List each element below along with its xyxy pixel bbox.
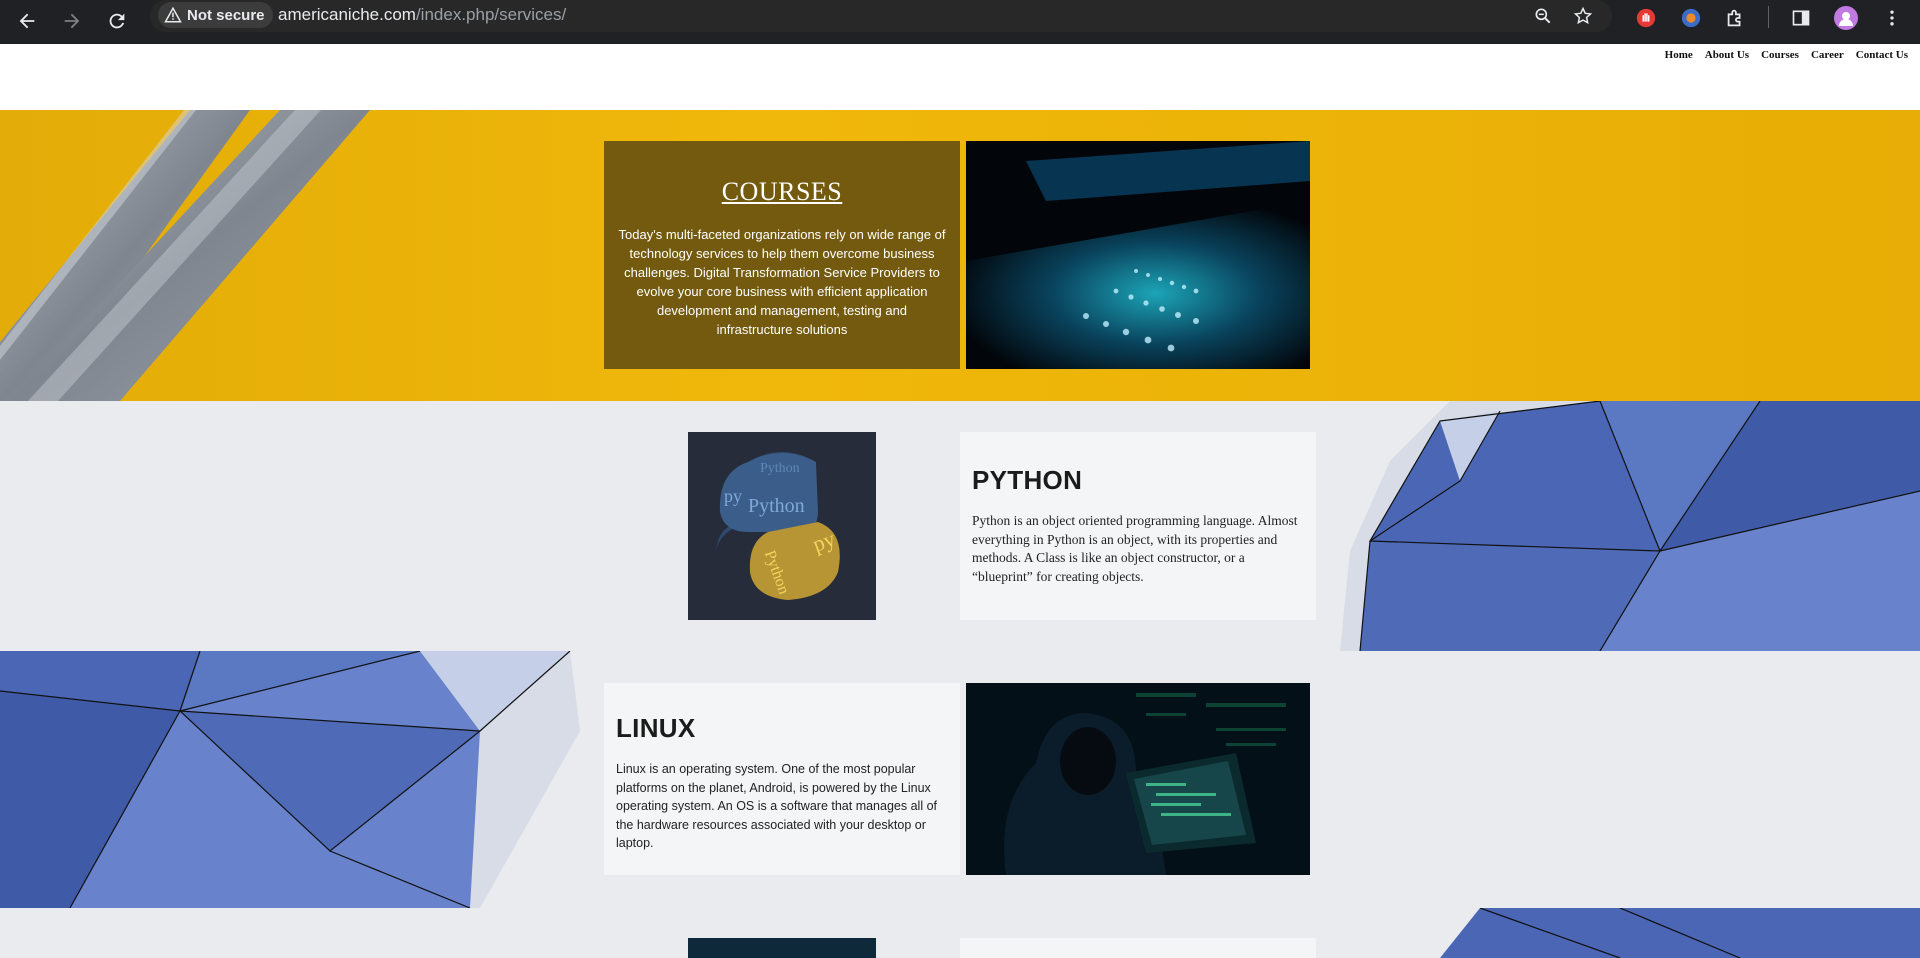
back-icon[interactable] <box>10 4 44 38</box>
hacker-laptop-image <box>966 683 1310 875</box>
reload-icon[interactable] <box>100 4 134 38</box>
courses-heading[interactable]: COURSES <box>618 177 946 207</box>
pencils-image <box>0 110 370 401</box>
geometric-facade-image-3 <box>1440 908 1920 958</box>
nav-courses[interactable]: Courses <box>1761 49 1799 61</box>
browser-toolbar: Not secure americaniche.com/index.php/se… <box>0 0 1920 44</box>
laptop-keyboard-image <box>966 141 1310 369</box>
profile-avatar-icon[interactable] <box>1831 3 1861 33</box>
nav-about-us[interactable]: About Us <box>1705 49 1749 61</box>
python-description: Python is an object oriented programming… <box>972 513 1298 584</box>
nav-contact-us[interactable]: Contact Us <box>1856 49 1908 61</box>
courses-intro-box: COURSES Today's multi-faceted organizati… <box>604 141 960 369</box>
next-card <box>960 938 1316 958</box>
security-chip[interactable]: Not secure <box>158 2 273 28</box>
toolbar-separator <box>1768 6 1769 28</box>
next-card-image <box>688 938 876 958</box>
security-label: Not secure <box>187 6 265 24</box>
logo-word-py: py <box>724 486 742 506</box>
next-section <box>0 908 1920 958</box>
nav-career[interactable]: Career <box>1811 49 1844 61</box>
zoom-icon[interactable] <box>1530 3 1556 29</box>
linux-card: LINUX Linux is an operating system. One … <box>604 683 960 875</box>
url-path: /index.php/services/ <box>415 5 567 24</box>
site-header: Home About Us Courses Career Contact Us <box>0 44 1920 110</box>
linux-heading: LINUX <box>616 713 696 743</box>
extensions-puzzle-icon[interactable] <box>1720 3 1750 33</box>
linux-description: Linux is an operating system. One of the… <box>616 762 937 850</box>
logo-word-python: Python <box>748 495 805 517</box>
url-host: americaniche.com <box>278 5 416 24</box>
bookmark-star-icon[interactable] <box>1570 3 1596 29</box>
warning-icon <box>164 6 182 23</box>
extension-badge-icon[interactable] <box>1676 3 1706 33</box>
main-nav: Home About Us Courses Career Contact Us <box>1665 49 1908 61</box>
side-panel-icon[interactable] <box>1786 3 1816 33</box>
linux-section: LINUX Linux is an operating system. One … <box>0 651 1920 908</box>
url-text[interactable]: americaniche.com/index.php/services/ <box>278 5 566 25</box>
logo-word-python-3: Python <box>760 461 800 476</box>
browser-menu-icon[interactable] <box>1877 3 1907 33</box>
address-bar[interactable]: Not secure americaniche.com/index.php/se… <box>150 0 1612 32</box>
nav-home[interactable]: Home <box>1665 49 1693 61</box>
python-logo-image: Python py Python py Python <box>688 432 876 620</box>
python-section: Python py Python py Python PYTHON Python… <box>0 401 1920 651</box>
python-card: PYTHON Python is an object oriented prog… <box>960 432 1316 620</box>
extension-stop-icon[interactable] <box>1631 3 1661 33</box>
courses-section: COURSES Today's multi-faceted organizati… <box>0 110 1920 401</box>
geometric-facade-image <box>1340 401 1920 651</box>
forward-icon[interactable] <box>55 4 89 38</box>
courses-description: Today's multi-faceted organizations rely… <box>618 227 946 337</box>
geometric-facade-image-2 <box>0 651 580 908</box>
python-heading: PYTHON <box>972 465 1083 495</box>
